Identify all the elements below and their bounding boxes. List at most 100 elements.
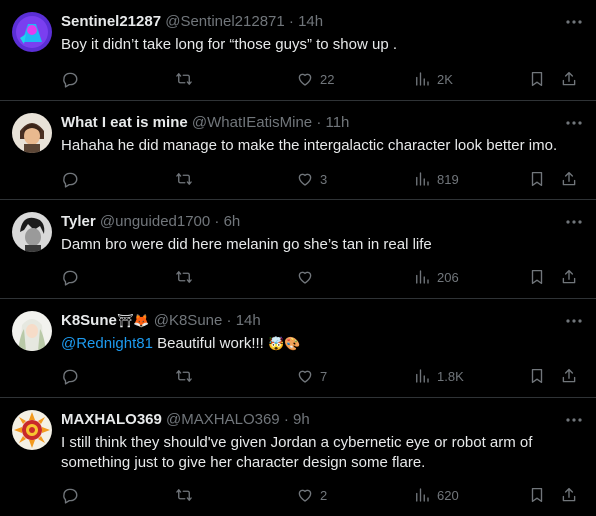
views-icon [416, 172, 429, 186]
repost-icon [176, 73, 192, 85]
like-icon [298, 370, 312, 383]
reply-button[interactable] [61, 69, 85, 89]
bookmark-button[interactable] [528, 69, 546, 89]
views-icon [416, 270, 429, 284]
tweet-text: Boy it didn’t take long for “those guys”… [61, 36, 398, 53]
repost-button[interactable] [175, 267, 199, 287]
handle[interactable]: @K8Sune [154, 312, 223, 329]
share-icon [562, 487, 576, 502]
views-icon [416, 72, 429, 86]
views-button[interactable]: 819 [413, 169, 459, 189]
views-button[interactable]: 2K [413, 69, 453, 89]
bookmark-icon [531, 368, 543, 384]
share-button[interactable] [560, 485, 578, 505]
handle[interactable]: @Sentinel212871 [165, 13, 285, 30]
repost-button[interactable] [175, 485, 199, 505]
like-icon [298, 73, 312, 86]
mention-link[interactable]: @Rednight81 [61, 335, 153, 352]
tweet-card[interactable]: Sentinel21287 @Sentinel212871 · 14h Boy … [0, 0, 596, 101]
timestamp[interactable]: 14h [298, 13, 323, 30]
tweet-card[interactable]: K8Sune⛩🦊 @K8Sune · 14h @Rednight81 Beaut… [0, 299, 596, 398]
like-button[interactable]: 7 [296, 366, 327, 386]
share-button[interactable] [560, 69, 578, 89]
share-icon [562, 269, 576, 284]
handle[interactable]: @WhatIEatisMine [192, 114, 312, 131]
timestamp[interactable]: 14h [236, 312, 261, 329]
tweet-text-line: I still think they should've given Jorda… [61, 434, 533, 451]
tweet-actions: 206 [61, 267, 596, 287]
bookmark-icon [531, 171, 543, 187]
reply-button[interactable] [61, 267, 85, 287]
bookmark-button[interactable] [528, 366, 546, 386]
tweet-card[interactable]: Tyler @unguided1700 · 6h Damn bro were d… [0, 200, 596, 299]
like-button[interactable] [296, 267, 320, 287]
display-name[interactable]: What I eat is mine [61, 114, 188, 131]
more-icon[interactable] [564, 12, 584, 32]
more-icon[interactable] [564, 212, 584, 232]
tweet-text-body: Beautiful work!!! [157, 335, 264, 352]
reply-icon [63, 72, 78, 88]
views-button[interactable]: 620 [413, 485, 459, 505]
more-icon[interactable] [564, 311, 584, 331]
bookmark-button[interactable] [528, 485, 546, 505]
timestamp[interactable]: 9h [293, 411, 310, 428]
views-button[interactable]: 1.8K [413, 366, 464, 386]
timestamp[interactable]: 6h [224, 213, 241, 230]
tweet-card[interactable]: What I eat is mine @WhatIEatisMine · 11h… [0, 101, 596, 200]
display-name[interactable]: MAXHALO369 [61, 411, 162, 428]
reply-button[interactable] [61, 366, 85, 386]
share-button[interactable] [560, 366, 578, 386]
avatar[interactable] [12, 113, 52, 153]
display-name[interactable]: Tyler [61, 213, 96, 230]
repost-button[interactable] [175, 366, 199, 386]
tweet-actions: 22 2K [61, 69, 596, 89]
display-name[interactable]: Sentinel21287 [61, 13, 161, 30]
share-button[interactable] [560, 267, 578, 287]
tweet-actions: 2 620 [61, 485, 596, 505]
more-icon[interactable] [564, 113, 584, 133]
views-icon [416, 488, 429, 502]
tweet-header: MAXHALO369 @MAXHALO369 · 9h [61, 410, 556, 430]
avatar[interactable] [12, 410, 52, 450]
separator-dot: · [288, 13, 294, 30]
tweet-header: What I eat is mine @WhatIEatisMine · 11h [61, 113, 556, 133]
repost-icon [176, 173, 192, 185]
like-icon [298, 173, 312, 186]
text-emojis: 🤯🎨 [268, 337, 301, 352]
like-count: 2 [320, 487, 328, 503]
reply-icon [63, 172, 78, 188]
reply-icon [63, 270, 78, 286]
repost-button[interactable] [175, 69, 199, 89]
avatar[interactable] [12, 212, 52, 252]
like-button[interactable]: 2 [296, 485, 327, 505]
share-button[interactable] [560, 169, 578, 189]
avatar[interactable] [12, 311, 52, 351]
view-count: 819 [437, 171, 459, 187]
tweet-header: Sentinel21287 @Sentinel212871 · 14h [61, 12, 556, 32]
reply-button[interactable] [61, 485, 85, 505]
like-button[interactable]: 22 [296, 69, 334, 89]
separator-dot: · [214, 213, 220, 230]
more-icon[interactable] [564, 410, 584, 430]
display-name[interactable]: K8Sune [61, 312, 117, 329]
reply-icon [63, 369, 78, 385]
handle[interactable]: @MAXHALO369 [166, 411, 280, 428]
bookmark-button[interactable] [528, 267, 546, 287]
timestamp[interactable]: 11h [325, 114, 349, 131]
like-button[interactable]: 3 [296, 169, 327, 189]
reply-button[interactable] [61, 169, 85, 189]
bookmark-button[interactable] [528, 169, 546, 189]
tweet-card[interactable]: MAXHALO369 @MAXHALO369 · 9h I still thin… [0, 398, 596, 516]
share-icon [562, 368, 576, 383]
tweet-header: Tyler @unguided1700 · 6h [61, 212, 556, 232]
tweet-text: Hahaha he did manage to make the interga… [61, 137, 558, 154]
handle[interactable]: @unguided1700 [100, 213, 210, 230]
avatar[interactable] [12, 12, 52, 52]
tweet-text: Damn bro were did here melanin go she’s … [61, 236, 432, 253]
repost-button[interactable] [175, 169, 199, 189]
view-count: 620 [437, 487, 459, 503]
views-button[interactable]: 206 [413, 267, 459, 287]
views-icon [416, 369, 429, 383]
separator-dot: · [226, 312, 232, 329]
repost-icon [176, 271, 192, 283]
